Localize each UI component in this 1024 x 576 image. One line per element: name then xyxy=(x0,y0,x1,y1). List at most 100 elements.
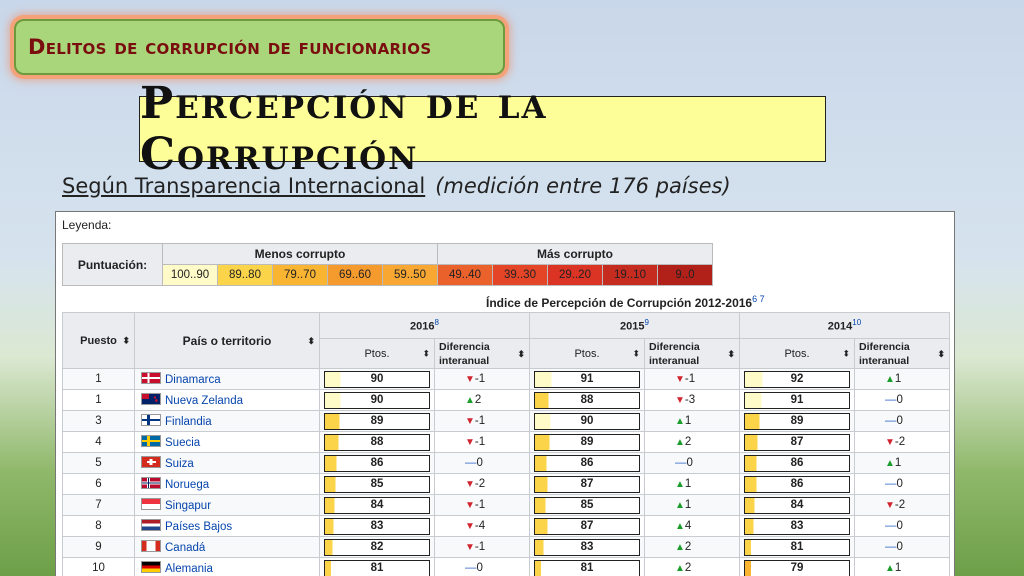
country-link[interactable]: Nueva Zelanda xyxy=(165,395,243,407)
country-link[interactable]: Alemania xyxy=(165,563,213,575)
country-cell: Finlandia xyxy=(134,410,320,432)
rank-cell: 10 xyxy=(62,557,135,576)
score-value: 83 xyxy=(370,519,384,532)
country-link[interactable]: Finlandia xyxy=(165,416,212,428)
score-box: 85 xyxy=(324,475,430,493)
col-points[interactable]: Ptos. ⬍ xyxy=(529,338,645,369)
country-link[interactable]: Dinamarca xyxy=(165,374,221,386)
col-diff[interactable]: Diferencia interanual ⬍ xyxy=(644,338,740,369)
diff-cell: ▼-1 xyxy=(644,368,740,390)
diff-value: 0 xyxy=(686,457,693,469)
score-box: 89 xyxy=(324,412,430,430)
score-cell: 90 xyxy=(319,389,435,411)
diff-value: -4 xyxy=(474,520,486,532)
score-value: 88 xyxy=(370,435,384,448)
legend-swatch: 100..90 xyxy=(162,264,218,286)
country-link[interactable]: Singapur xyxy=(165,500,211,512)
score-cell: 84 xyxy=(739,494,855,516)
score-box: 83 xyxy=(534,538,640,556)
score-value: 87 xyxy=(790,435,804,448)
country-link[interactable]: Suecia xyxy=(165,437,200,449)
score-box: 88 xyxy=(534,391,640,409)
country-link[interactable]: Países Bajos xyxy=(165,521,232,533)
score-value: 84 xyxy=(370,498,384,511)
score-cell: 81 xyxy=(319,557,435,576)
diff-cell: ▼-1 xyxy=(434,410,530,432)
sort-icon: ⬍ xyxy=(632,348,640,358)
diff-cell: ▲4 xyxy=(644,515,740,537)
sort-icon: ⬍ xyxy=(422,348,430,358)
diff-cell: —0 xyxy=(434,557,530,576)
score-value: 85 xyxy=(580,498,594,511)
diff-value: 1 xyxy=(894,457,902,469)
diff-cell: ▼-2 xyxy=(434,473,530,495)
score-cell: 83 xyxy=(319,515,435,537)
diff-cell: —0 xyxy=(854,515,950,537)
score-box: 84 xyxy=(324,496,430,514)
index-title: Índice de Percepción de Corrupción 2012-… xyxy=(486,294,765,310)
country-link[interactable]: Noruega xyxy=(165,479,209,491)
col-points[interactable]: Ptos. ⬍ xyxy=(739,338,855,369)
arrow-down-icon: ▼ xyxy=(465,437,475,448)
score-box: 83 xyxy=(324,517,430,535)
legend-less-corrupt: Menos corrupto xyxy=(162,243,438,265)
slide-title: Percepción de la Corrupción xyxy=(140,78,548,180)
score-box: 91 xyxy=(534,370,640,388)
year-ref[interactable]: 10 xyxy=(852,318,861,327)
year-ref[interactable]: 9 xyxy=(645,318,649,327)
score-cell: 81 xyxy=(529,557,645,576)
col-rank[interactable]: Puesto ⬍ xyxy=(62,312,135,369)
subtitle-source: Según Transparencia Internacional xyxy=(62,174,426,198)
score-box: 90 xyxy=(324,391,430,409)
score-box: 87 xyxy=(534,517,640,535)
col-year-2015: 20159 xyxy=(529,312,740,339)
score-value: 89 xyxy=(370,414,384,427)
score-value: 82 xyxy=(370,540,384,553)
country-link[interactable]: Suiza xyxy=(165,458,194,470)
country-cell: Noruega xyxy=(134,473,320,495)
rank-cell: 7 xyxy=(62,494,135,516)
table-row: 10 Alemania 81 —0 81 ▲2 79 ▲1 xyxy=(62,557,950,576)
score-box: 83 xyxy=(744,517,850,535)
legend-swatch: 39..30 xyxy=(492,264,548,286)
score-cell: 86 xyxy=(739,473,855,495)
country-cell: Suiza xyxy=(134,452,320,474)
score-value: 81 xyxy=(790,540,804,553)
diff-cell: ▲2 xyxy=(434,389,530,411)
country-link[interactable]: Canadá xyxy=(165,542,205,554)
col-country[interactable]: País o territorio ⬍ xyxy=(134,312,320,369)
score-box: 86 xyxy=(744,454,850,472)
index-title-refs[interactable]: 6 7 xyxy=(752,294,765,304)
arrow-up-icon: ▲ xyxy=(465,395,475,406)
year-label: 2015 xyxy=(620,320,645,333)
diff-value: -1 xyxy=(474,436,486,448)
diff-cell: ▼-2 xyxy=(854,494,950,516)
table-row: 1 Nueva Zelanda 90 ▲2 88 ▼-3 91 —0 xyxy=(62,389,950,411)
score-cell: 84 xyxy=(319,494,435,516)
diff-value: 0 xyxy=(896,541,903,553)
country-cell: Nueva Zelanda xyxy=(134,389,320,411)
legend-swatch: 89..80 xyxy=(217,264,273,286)
score-cell: 79 xyxy=(739,557,855,576)
arrow-up-icon: ▲ xyxy=(885,458,895,469)
score-cell: 92 xyxy=(739,368,855,390)
diff-cell: ▼-3 xyxy=(644,389,740,411)
no-change-icon: — xyxy=(885,478,897,490)
norway-flag xyxy=(141,477,161,489)
score-value: 88 xyxy=(580,393,594,406)
col-points[interactable]: Ptos. ⬍ xyxy=(319,338,435,369)
arrow-up-icon: ▲ xyxy=(885,563,895,574)
score-box: 84 xyxy=(744,496,850,514)
year-ref[interactable]: 8 xyxy=(435,318,439,327)
arrow-down-icon: ▼ xyxy=(885,500,895,511)
arrow-down-icon: ▼ xyxy=(465,374,475,385)
col-diff[interactable]: Diferencia interanual ⬍ xyxy=(434,338,530,369)
diff-cell: ▲1 xyxy=(644,473,740,495)
diff-value: 1 xyxy=(684,478,692,490)
arrow-up-icon: ▲ xyxy=(675,563,685,574)
year-label: 2016 xyxy=(410,320,435,333)
diff-value: -1 xyxy=(684,373,696,385)
score-value: 90 xyxy=(370,393,384,406)
arrow-down-icon: ▼ xyxy=(465,500,475,511)
col-diff[interactable]: Diferencia interanual ⬍ xyxy=(854,338,950,369)
